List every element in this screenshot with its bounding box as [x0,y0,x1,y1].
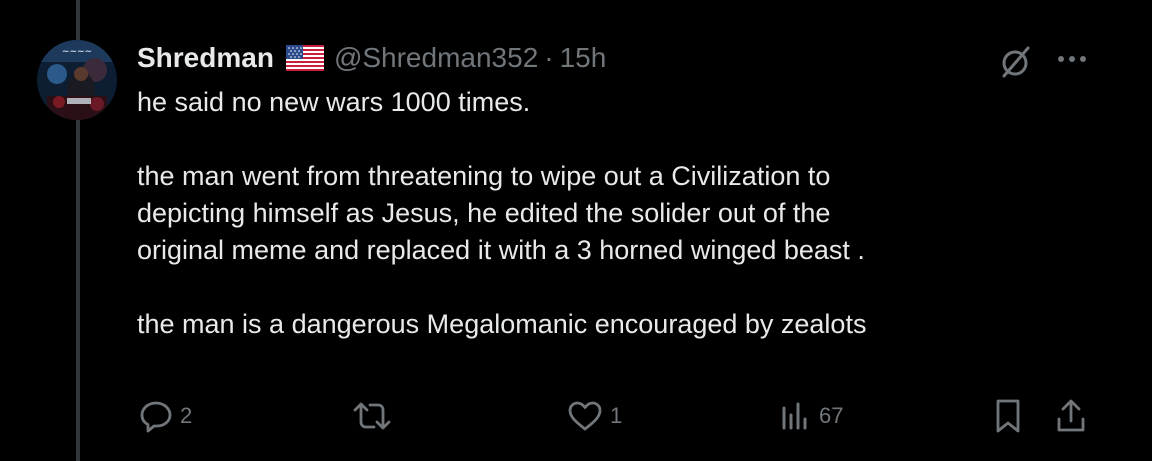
repost-button[interactable] [352,394,392,438]
views-button[interactable]: 67 [779,394,843,438]
grok-icon [1002,46,1030,78]
tweet-text-line: the man is a dangerous Megalomanic encou… [137,309,867,339]
avatar-image: ~~~~ [37,40,117,120]
share-button[interactable] [1054,394,1088,438]
tweet-text: he said no new wars 1000 times. the man … [137,84,1127,343]
heart-icon [568,401,602,431]
share-icon [1057,399,1085,432]
avatar[interactable]: ~~~~ [37,40,117,120]
reply-icon [140,401,172,433]
bookmark-button[interactable] [993,394,1023,438]
more-options-button[interactable] [1052,42,1092,76]
repost-icon [353,402,391,430]
reply-count: 2 [180,403,193,428]
like-button[interactable]: 1 [566,394,622,438]
header-separator: · [544,42,554,73]
more-dots-icon [1058,56,1086,62]
reply-button[interactable]: 2 [138,394,192,438]
bookmark-icon [996,399,1020,433]
author-display-name[interactable]: Shredman [137,42,274,74]
post-timestamp[interactable]: 15h [560,42,607,74]
tweet-text-line: he said no new wars 1000 times. [137,87,531,117]
grok-button[interactable] [995,42,1035,82]
author-handle[interactable]: @Shredman352 [334,42,538,74]
us-flag-icon [285,45,324,71]
tweet-text-line: original meme and replaced it with a 3 h… [137,235,865,265]
views-chart-icon [782,402,807,430]
like-count: 1 [610,403,623,428]
tweet-text-line: the man went from threatening to wipe ou… [137,161,831,191]
tweet-header: Shredman @Shredman352 · 15h [137,38,606,78]
views-count: 67 [819,403,844,428]
svg-text:~~~~: ~~~~ [62,47,92,57]
tweet-text-line: depicting himself as Jesus, he edited th… [137,198,831,228]
